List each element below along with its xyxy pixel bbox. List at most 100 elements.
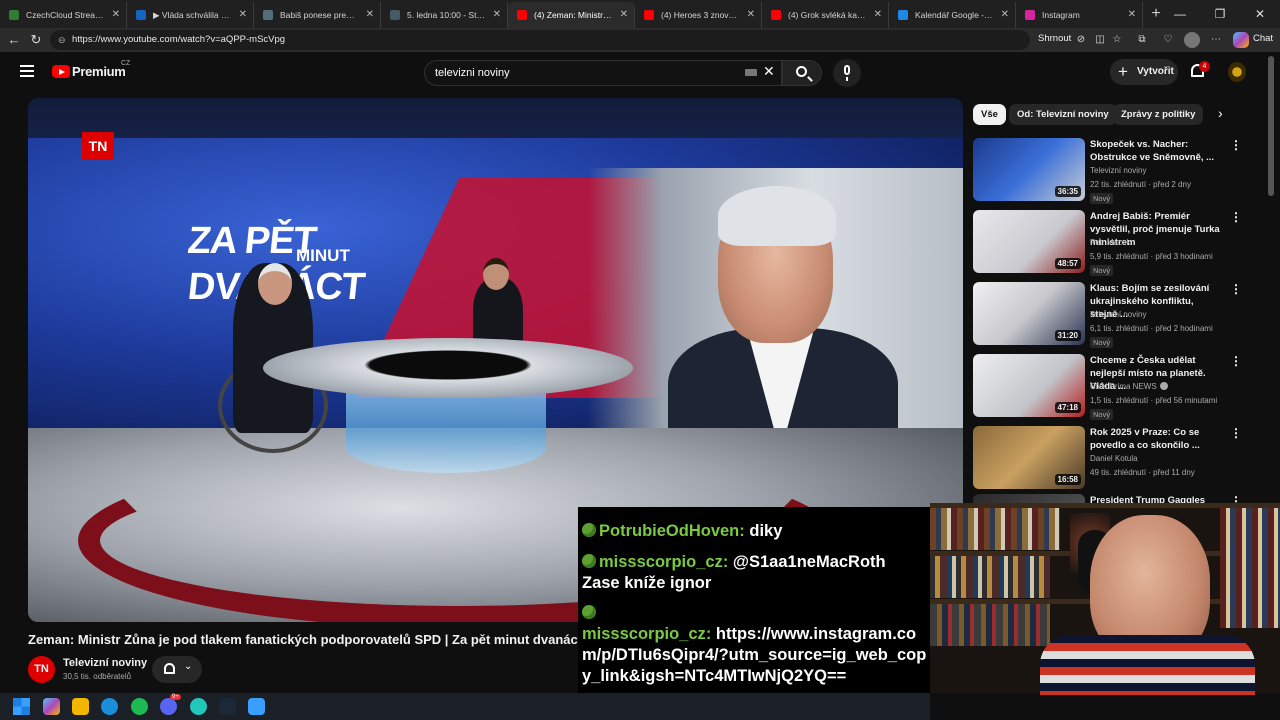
filter-chip[interactable]: Vše [973, 104, 1006, 125]
tab-favicon-icon [9, 10, 19, 20]
tab-title: (4) Grok svléká každého, [788, 10, 883, 20]
tab-close-icon[interactable]: ✕ [366, 2, 374, 28]
notepad-icon[interactable] [248, 698, 265, 715]
filter-chip[interactable]: Zprávy z politiky [1113, 104, 1204, 125]
channel-name[interactable]: Televizní noviny [63, 657, 147, 669]
page-scrollbar[interactable] [1268, 56, 1274, 196]
filter-chip[interactable]: Od: Televizní noviny [1009, 104, 1117, 125]
chat-label[interactable]: Chat [1253, 33, 1273, 44]
recommended-video[interactable]: 48:57 Andrej Babiš: Premiér vysvětlil, pr… [973, 210, 1243, 278]
recommended-channel-name: Daniel Kotula [1090, 454, 1138, 463]
copilot-app-icon[interactable] [43, 698, 60, 715]
menu-icon[interactable] [20, 65, 34, 77]
tab-close-icon[interactable]: ✕ [112, 2, 120, 28]
recommended-channel[interactable]: Televizní noviny [1090, 166, 1146, 175]
chevron-right-icon[interactable]: › [1218, 105, 1223, 121]
url-field[interactable]: ⊖ https://www.youtube.com/watch?v=aQPP-m… [50, 30, 1030, 50]
recommended-channel[interactable]: Petr Macek [1090, 238, 1130, 247]
back-icon[interactable]: ← [4, 30, 24, 50]
video-thumbnail[interactable]: 47:18 [973, 354, 1085, 417]
chat-username: PotrubieOdHoven [599, 522, 740, 540]
more-actions-icon[interactable]: ⋮ [1230, 210, 1242, 224]
recommended-meta: 22 tis. zhlédnutí · před 2 dny [1090, 180, 1191, 189]
more-actions-icon[interactable]: ⋮ [1230, 138, 1242, 152]
youtube-logo-icon[interactable] [52, 65, 70, 78]
recommended-channel[interactable]: CNN Prima NEWS [1090, 382, 1168, 391]
steam-icon[interactable] [219, 698, 236, 715]
discord-icon[interactable] [160, 698, 177, 715]
browser-tab[interactable]: Babiš ponese prezidento ✕ [254, 2, 381, 28]
split-screen-icon[interactable]: ◫ [1092, 32, 1108, 48]
search-input[interactable]: televizni noviny [424, 60, 782, 86]
channel-avatar[interactable]: TN [28, 656, 55, 683]
account-avatar[interactable] [1228, 62, 1246, 82]
new-badge: Nový [1090, 409, 1114, 420]
subscribed-notifications-button[interactable]: ⌄ [152, 656, 202, 683]
recommended-video[interactable]: 16:58 Rok 2025 v Praze: Co se povedlo a c… [973, 426, 1243, 494]
browser-tab[interactable]: (4) Zeman: Ministr Zůna ✕ [508, 2, 635, 28]
spotify-icon[interactable] [131, 698, 148, 715]
recommended-video-title[interactable]: Skopeček vs. Nacher: Obstrukce ve Sněmov… [1090, 138, 1220, 164]
host-head [483, 258, 509, 290]
extensions-icon[interactable]: ⧉ [1134, 32, 1150, 48]
browser-tab[interactable]: Kalendář Google - leden ✕ [889, 2, 1016, 28]
tab-close-icon[interactable]: ✕ [493, 2, 501, 28]
browser-tab[interactable]: (4) Grok svléká každého, ✕ [762, 2, 889, 28]
site-info-icon[interactable]: ⊖ [58, 30, 66, 50]
tab-favicon-icon [771, 10, 781, 20]
browser-tab[interactable]: Instagram ✕ [1016, 2, 1143, 28]
brand-name[interactable]: Premium [72, 64, 126, 79]
copilot-icon[interactable] [1233, 32, 1249, 48]
keyboard-icon[interactable] [745, 69, 757, 76]
summarize-icon[interactable]: ⊘ [1073, 32, 1089, 48]
search-icon [796, 66, 807, 77]
portrait-hair [718, 186, 836, 246]
recommended-video[interactable]: 47:18 Chceme z Česka udělat nejlepší míst… [973, 354, 1243, 422]
tab-close-icon[interactable]: ✕ [1128, 2, 1136, 28]
search-button[interactable] [782, 60, 822, 86]
video-thumbnail[interactable]: 16:58 [973, 426, 1085, 489]
browser-tab[interactable]: ▶ Vláda schválila progra ✕ [127, 2, 254, 28]
voice-search-button[interactable] [833, 59, 861, 87]
tab-title: (4) Zeman: Ministr Zůna [534, 10, 625, 20]
recommended-video[interactable]: 36:35 Skopeček vs. Nacher: Obstrukce ve S… [973, 138, 1243, 206]
tab-close-icon[interactable]: ✕ [1001, 2, 1009, 28]
recommended-video[interactable]: 31:20 Klaus: Bojím se zesilování ukrajins… [973, 282, 1243, 350]
tab-close-icon[interactable]: ✕ [620, 2, 628, 28]
summarize-label[interactable]: Shrnout [1038, 33, 1071, 44]
reload-icon[interactable]: ↻ [26, 30, 46, 50]
more-actions-icon[interactable]: ⋮ [1230, 354, 1242, 368]
recommended-meta: 49 tis. zhlédnutí · před 11 dny [1090, 468, 1195, 477]
recommended-channel[interactable]: Televizní noviny [1090, 310, 1146, 319]
browser-tab[interactable]: 5. ledna 10:00 - Studio C ✕ [381, 2, 508, 28]
tab-close-icon[interactable]: ✕ [747, 2, 755, 28]
edge-browser-icon[interactable] [101, 698, 118, 715]
video-thumbnail[interactable]: 48:57 [973, 210, 1085, 273]
file-explorer-icon[interactable] [72, 698, 89, 715]
recommended-channel[interactable]: Daniel Kotula [1090, 454, 1138, 463]
tab-close-icon[interactable]: ✕ [874, 2, 882, 28]
browser-tab[interactable]: (4) Heroes 3 znovu překv ✕ [635, 2, 762, 28]
more-menu-icon[interactable]: ⋯ [1208, 32, 1224, 48]
recommended-video-title[interactable]: Rok 2025 v Praze: Co se povedlo a co sko… [1090, 426, 1220, 452]
restore-button[interactable]: ❐ [1200, 0, 1240, 28]
app-icon-circle[interactable] [190, 698, 207, 715]
profile-avatar-icon[interactable] [1184, 32, 1200, 48]
browser-tab[interactable]: CzechCloud Stream - Wa ✕ [0, 2, 127, 28]
tab-close-icon[interactable]: ✕ [239, 2, 247, 28]
clear-search-icon[interactable]: ✕ [763, 63, 775, 80]
video-thumbnail[interactable]: 31:20 [973, 282, 1085, 345]
favorites-icon[interactable]: ☆ [1109, 32, 1125, 48]
more-actions-icon[interactable]: ⋮ [1230, 282, 1242, 296]
more-actions-icon[interactable]: ⋮ [1230, 426, 1242, 440]
video-thumbnail[interactable]: 36:35 [973, 138, 1085, 201]
close-window-button[interactable]: ✕ [1240, 0, 1280, 28]
youtube-header: Premium CZ televizni noviny ✕ + Vytvořit … [0, 52, 1262, 92]
guest-head [258, 263, 292, 305]
start-menu-icon[interactable] [13, 698, 30, 715]
recommended-meta: 1,5 tis. zhlédnutí · před 56 minutami [1090, 396, 1218, 405]
create-button[interactable]: + Vytvořit [1110, 59, 1178, 85]
browser-essentials-icon[interactable]: ♡ [1160, 32, 1176, 48]
minimize-button[interactable]: — [1160, 0, 1200, 28]
tab-title: (4) Heroes 3 znovu překv [661, 10, 757, 20]
